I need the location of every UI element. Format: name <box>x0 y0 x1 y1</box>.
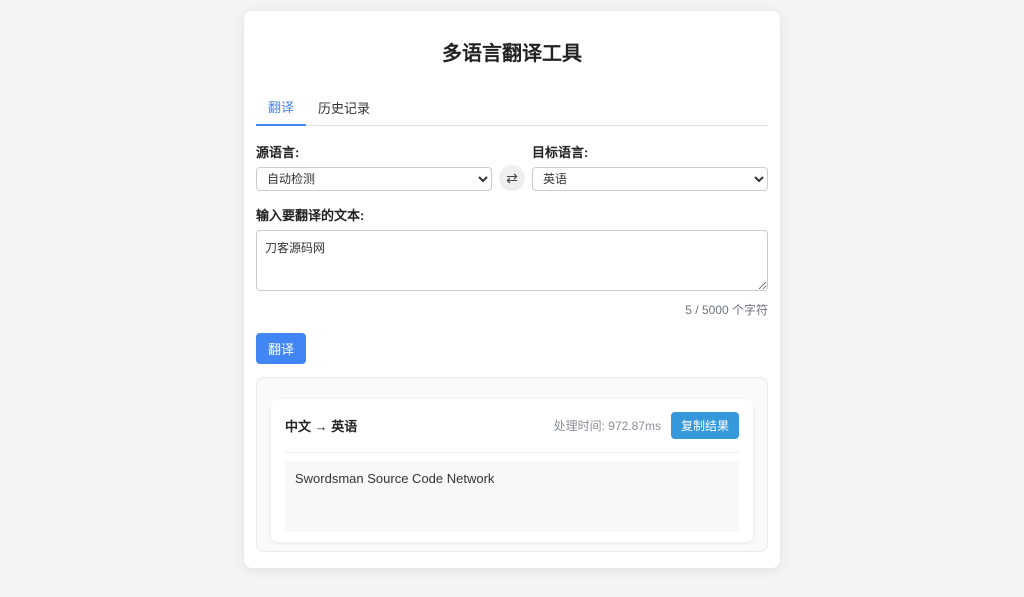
target-language-select[interactable]: 英语 <box>532 167 768 191</box>
processing-time-value: 972.87ms <box>608 419 661 433</box>
processing-time-label: 处理时间: <box>554 419 605 433</box>
result-card: 中文 → 英语 处理时间: 972.87ms 复制结果 Swordsman So… <box>271 399 753 542</box>
result-body: Swordsman Source Code Network <box>271 453 753 542</box>
swap-languages-button[interactable]: ⇄ <box>499 165 525 191</box>
char-counter: 5 / 5000 个字符 <box>256 301 768 318</box>
translated-text: Swordsman Source Code Network <box>285 461 739 532</box>
tab-bar: 翻译 历史记录 <box>256 90 768 126</box>
source-language-label: 源语言: <box>256 142 492 161</box>
translator-app-card: 多语言翻译工具 翻译 历史记录 源语言: 自动检测 ⇄ 目标语言: 英语 输入要… <box>244 11 780 568</box>
processing-time: 处理时间: 972.87ms <box>554 417 661 434</box>
language-row: 源语言: 自动检测 ⇄ 目标语言: 英语 <box>256 142 768 191</box>
translate-button[interactable]: 翻译 <box>256 333 306 364</box>
input-section: 输入要翻译的文本: 刀客源码网 5 / 5000 个字符 <box>256 205 768 318</box>
page-title: 多语言翻译工具 <box>256 37 768 66</box>
translate-form: 源语言: 自动检测 ⇄ 目标语言: 英语 输入要翻译的文本: 刀客源码网 5 /… <box>256 142 768 364</box>
source-language-group: 源语言: 自动检测 <box>256 142 492 191</box>
tab-translate[interactable]: 翻译 <box>256 90 306 126</box>
translate-input-textarea[interactable]: 刀客源码网 <box>256 230 768 291</box>
target-language-group: 目标语言: 英语 <box>532 142 768 191</box>
result-header: 中文 → 英语 处理时间: 972.87ms 复制结果 <box>285 399 739 453</box>
tab-history[interactable]: 历史记录 <box>306 90 382 125</box>
result-language-pair: 中文 → 英语 <box>285 416 357 435</box>
source-language-select[interactable]: 自动检测 <box>256 167 492 191</box>
result-meta: 处理时间: 972.87ms 复制结果 <box>554 412 739 439</box>
copy-result-button[interactable]: 复制结果 <box>671 412 739 439</box>
swap-languages-icon: ⇄ <box>506 170 518 186</box>
input-text-label: 输入要翻译的文本: <box>256 205 768 224</box>
result-container: 中文 → 英语 处理时间: 972.87ms 复制结果 Swordsman So… <box>256 377 768 552</box>
target-language-label: 目标语言: <box>532 142 768 161</box>
